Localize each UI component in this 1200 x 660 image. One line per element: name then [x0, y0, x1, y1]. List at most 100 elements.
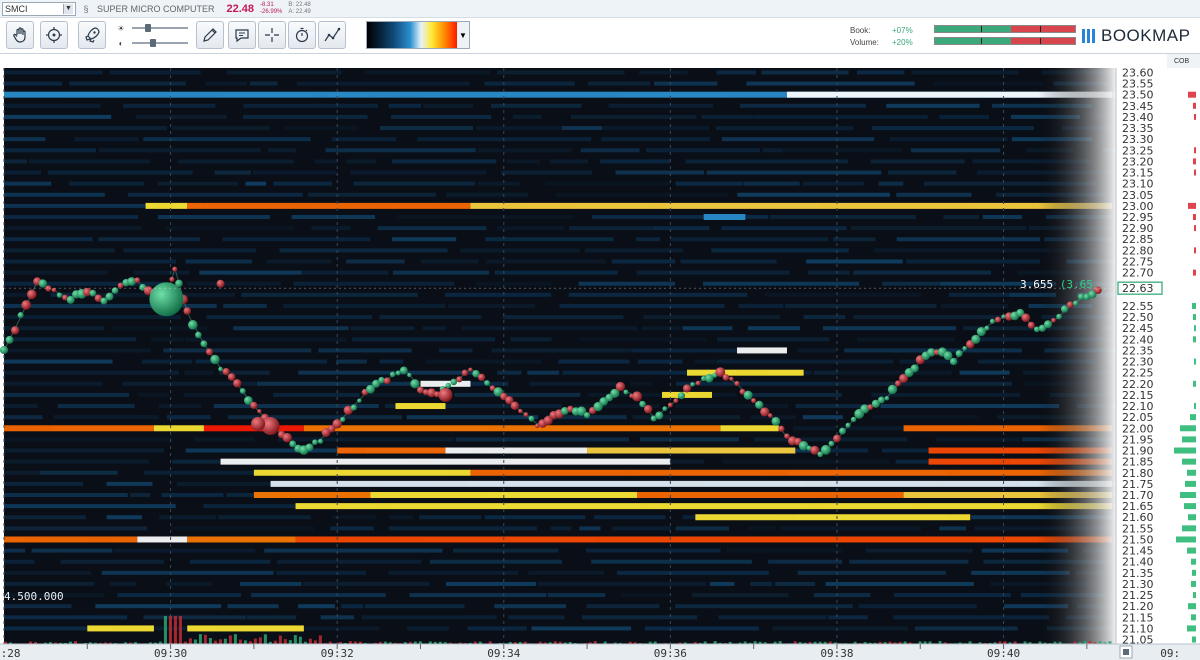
volume-label: Volume: [850, 37, 879, 47]
time-tick-label: 09: [1160, 647, 1180, 660]
crosshair-tool-button[interactable] [258, 21, 286, 49]
timer-tool-button[interactable] [288, 21, 316, 49]
time-tick-label: 09:32 [321, 647, 354, 660]
cob-bid-bar [1184, 503, 1196, 510]
adjust-icon: ◐ [118, 38, 124, 48]
buy-trade-bubble [38, 279, 48, 288]
volume-bar [258, 637, 262, 644]
brightness-knob[interactable] [149, 39, 156, 47]
brightness-track[interactable] [132, 39, 188, 47]
buy-trade-bubble [989, 318, 995, 324]
cob-bid-bar [1192, 302, 1196, 309]
bookmap-logo: BOOKMAP [1082, 26, 1190, 46]
sell-trade-bubble [250, 401, 258, 410]
sell-trade-bubble [615, 381, 626, 392]
brightness-slider[interactable]: ◐ [116, 37, 188, 49]
comment-tool-button[interactable] [228, 21, 256, 49]
chevron-down-icon[interactable]: ▼ [457, 22, 469, 48]
cob-ask-bar [1194, 169, 1196, 176]
contrast-knob[interactable] [144, 24, 151, 32]
cob-bid-bar [1194, 403, 1196, 410]
chevron-down-icon[interactable]: ▼ [63, 3, 73, 14]
sell-trade-bubble [729, 376, 734, 381]
buy-trade-bubble [357, 398, 362, 403]
buy-trade-bubble [1034, 326, 1040, 333]
cob-bid-bar [1188, 603, 1196, 610]
buy-trade-bubble [971, 334, 981, 344]
buy-trade-bubble [395, 370, 401, 376]
cob-bid-bar [1192, 636, 1196, 643]
buy-trade-bubble [845, 422, 851, 428]
sell-trade-bubble [416, 386, 424, 394]
buy-trade-bubble [1060, 305, 1069, 313]
symbol-select[interactable]: SMCI ▼ [2, 1, 76, 16]
sell-trade-bubble [468, 367, 473, 372]
buy-trade-bubble [949, 357, 958, 366]
heatmap-chart[interactable]: 23.60 23.55 23.50 23.45 23.40 23.35 23.30 23.25… [0, 54, 1200, 660]
square-icon [1123, 649, 1129, 655]
sell-trade-bubble [994, 316, 1002, 323]
buy-trade-bubble [239, 388, 246, 394]
sell-trade-bubble [233, 379, 242, 388]
hand-tool-button[interactable] [6, 21, 34, 49]
cob-bid-bar [1174, 447, 1196, 454]
link-icon[interactable]: § [81, 3, 91, 15]
volume-bar [238, 639, 242, 644]
volume-bar [283, 639, 287, 644]
buy-trade-bubble [0, 345, 9, 355]
cob-ask-bar [1193, 102, 1196, 109]
contrast-track[interactable] [132, 24, 188, 32]
draw-tool-button[interactable] [196, 21, 224, 49]
buy-trade-bubble [528, 415, 535, 422]
sell-trade-bubble [222, 367, 230, 376]
buy-trade-bubble [105, 292, 114, 301]
volume-bar [278, 635, 282, 644]
sell-trade-bubble [216, 279, 225, 288]
book-volume-stats: Book: +07% Volume: +20% [850, 24, 932, 48]
sell-trade-bubble [251, 416, 266, 431]
cob-ask-bar [1194, 225, 1196, 232]
buy-trade-bubble [218, 366, 223, 372]
last-price: 22.48 [226, 2, 255, 15]
sell-trade-bubble [183, 307, 192, 315]
cob-ask-bar [1194, 247, 1196, 254]
sell-trade-bubble [510, 401, 520, 410]
contrast-slider[interactable]: ☀ [116, 22, 188, 34]
buy-trade-bubble [340, 416, 346, 423]
speech-bubble-icon [235, 29, 249, 43]
buy-trade-bubble [955, 350, 963, 358]
cob-bid-bar [1180, 425, 1196, 432]
sell-trade-bubble [778, 425, 785, 432]
cob-bid-bar [1191, 614, 1196, 621]
sell-trade-bubble [523, 412, 529, 417]
sell-trade-bubble [673, 398, 679, 404]
volume-bar [293, 635, 297, 644]
rocket-button[interactable] [78, 21, 106, 49]
buy-trade-bubble [5, 335, 14, 344]
cob-bid-bar [1182, 525, 1196, 532]
heatmap-color-picker[interactable]: ▼ [366, 21, 470, 49]
price-tick-label: 22.70 [1122, 267, 1154, 280]
sell-trade-bubble [833, 434, 841, 443]
zoom-target-button[interactable] [40, 21, 68, 49]
rocket-icon [85, 27, 100, 43]
volume-bar [198, 634, 202, 644]
hand-icon [13, 27, 26, 43]
cob-bid-bar [1191, 580, 1196, 587]
sell-trade-bubble [518, 408, 523, 414]
company-name: SUPER MICRO COMPUTER [97, 3, 215, 14]
cob-bid-bar [1176, 536, 1196, 543]
volume-bar [313, 640, 317, 644]
cob-bid-bar [1193, 380, 1196, 387]
volume-bar [168, 616, 172, 644]
heatmap-gradient[interactable] [367, 22, 457, 48]
sell-trade-bubble [643, 404, 653, 414]
heatmap-canvas[interactable]: 23.6023.5523.5023.4523.4023.3523.3023.25… [0, 54, 1200, 660]
sell-trade-bubble [51, 287, 57, 293]
logo-text: BOOKMAP [1101, 26, 1191, 45]
price-tick-label: 22.63 [1122, 282, 1154, 295]
cob-bid-bar [1194, 325, 1196, 332]
buy-trade-bubble [317, 438, 324, 444]
cob-bid-bar [1193, 592, 1196, 599]
line-tool-button[interactable] [318, 21, 346, 49]
